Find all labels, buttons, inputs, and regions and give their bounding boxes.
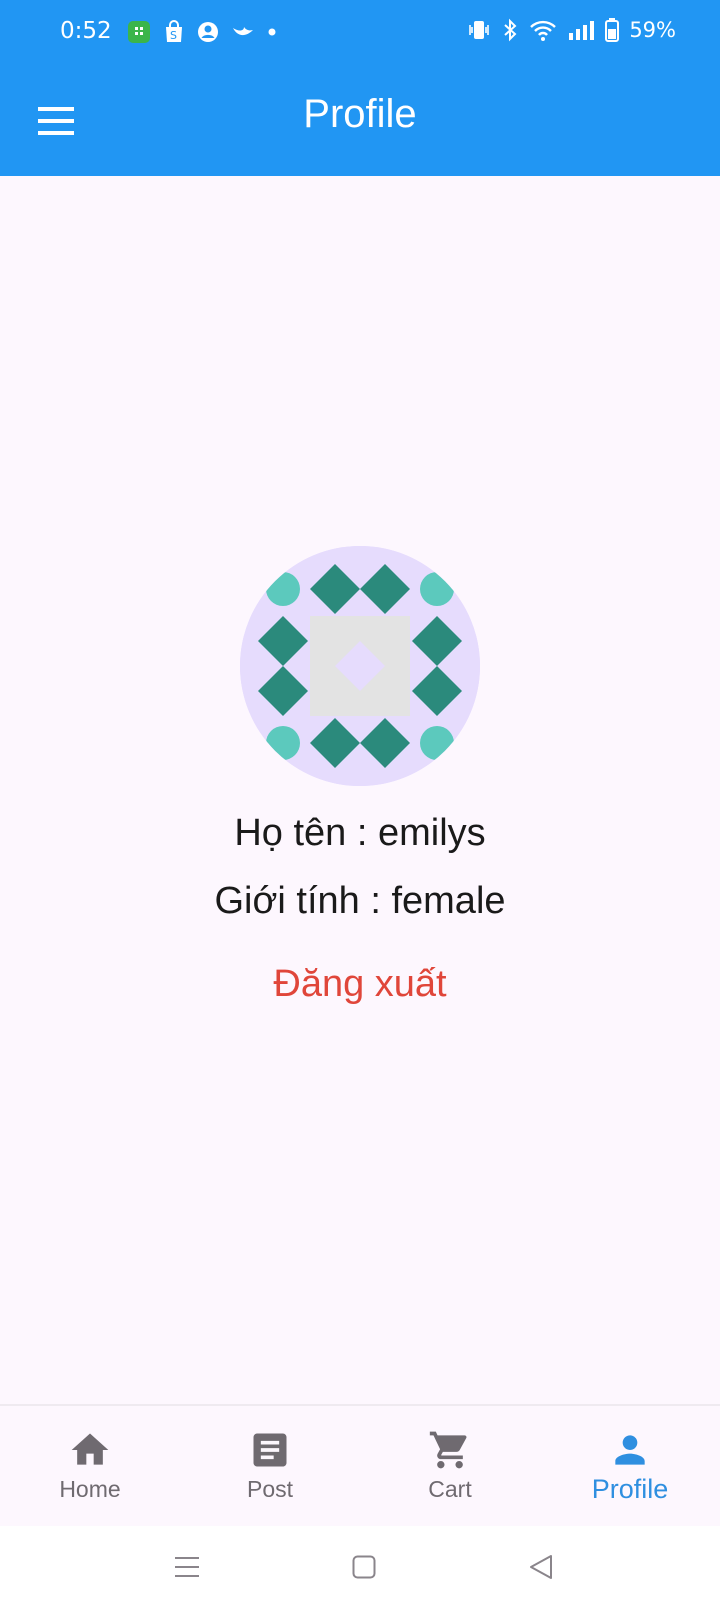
nav-label-cart: Cart	[428, 1476, 472, 1502]
person-icon	[615, 1435, 645, 1465]
article-icon	[253, 1433, 287, 1467]
app-bar: Profile	[0, 66, 720, 176]
account-circle-icon	[198, 22, 218, 42]
back-icon[interactable]	[528, 1554, 554, 1580]
battery-icon	[605, 18, 620, 42]
avatar	[240, 546, 480, 786]
profile-gender: Giới tính : female	[214, 880, 506, 922]
vibrate-icon	[469, 21, 490, 39]
profile-name: Họ tên : emilys	[234, 812, 486, 854]
nav-item-home[interactable]: Home	[0, 1406, 180, 1526]
svg-text:S: S	[170, 29, 177, 42]
identicon-image	[240, 546, 480, 786]
status-time: 0:52	[60, 18, 112, 44]
shopping-bag-icon: S	[166, 20, 182, 42]
bird-icon	[233, 27, 253, 36]
status-system-icons: 59%	[467, 18, 676, 42]
dot-icon	[268, 28, 276, 36]
nav-label-home: Home	[59, 1476, 121, 1502]
wifi-icon	[530, 20, 557, 41]
system-navigation-bar	[0, 1526, 720, 1612]
app-notification-icon	[128, 21, 150, 43]
status-bar: 0:52 S 59%	[0, 0, 720, 66]
page-title: Profile	[303, 92, 417, 136]
logout-button[interactable]: Đăng xuất	[240, 963, 480, 1006]
home-icon	[71, 1433, 109, 1465]
nav-item-profile[interactable]: Profile	[540, 1406, 720, 1526]
bluetooth-icon	[504, 18, 517, 42]
bottom-navigation: Home Post Cart Profile	[0, 1404, 720, 1526]
nav-label-post: Post	[246, 1476, 294, 1502]
home-button-icon[interactable]	[352, 1554, 376, 1580]
status-notification-icons: S	[127, 20, 277, 44]
nav-item-cart[interactable]: Cart	[360, 1406, 540, 1526]
battery-percent: 59%	[629, 18, 676, 42]
profile-screen: 0:52 S 59% Profile Họ tên: emilys Giới …	[0, 0, 720, 1612]
signal-icon	[569, 21, 595, 40]
nav-item-post[interactable]: Post	[180, 1406, 360, 1526]
nav-label-profile: Profile	[591, 1474, 669, 1504]
recent-apps-icon[interactable]	[174, 1554, 200, 1580]
cart-icon	[429, 1431, 467, 1469]
